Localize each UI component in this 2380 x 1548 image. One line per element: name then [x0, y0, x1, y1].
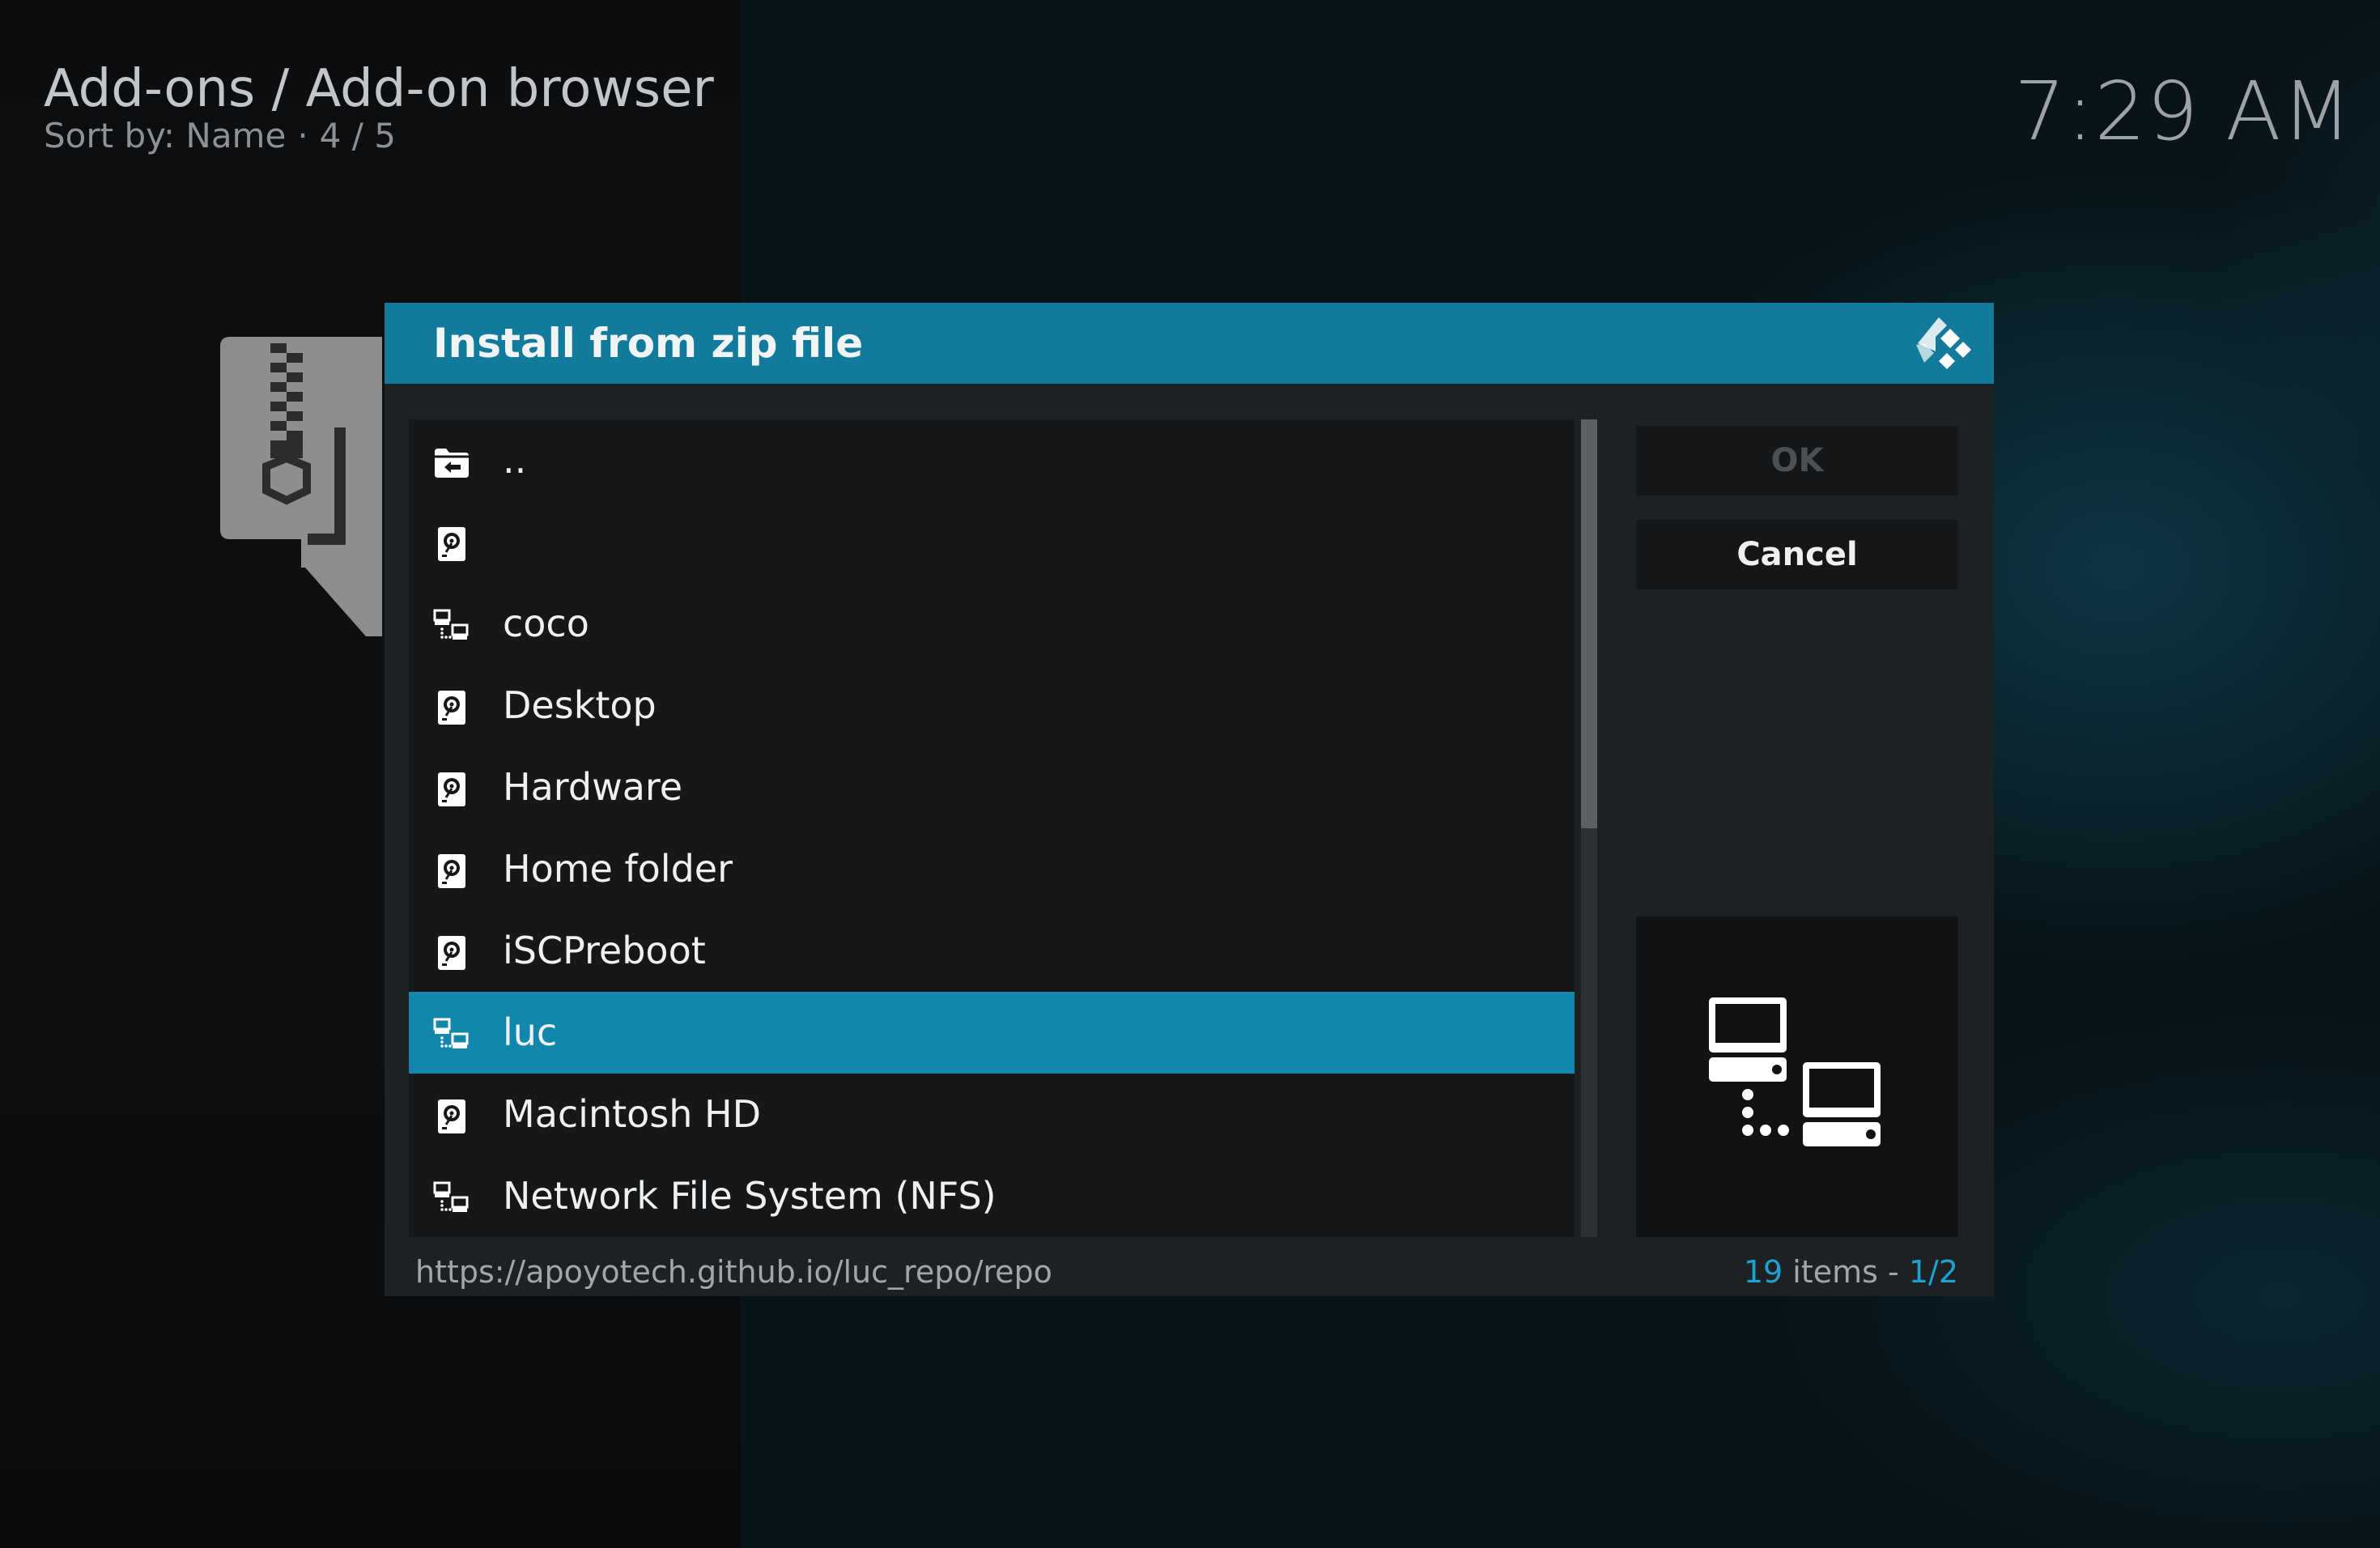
install-from-zip-dialog: Install from zip file .. coco Desktop Hardw…: [385, 303, 1994, 1296]
hard-drive-icon: [433, 1099, 470, 1133]
scrollbar[interactable]: [1581, 419, 1597, 1237]
dialog-title: Install from zip file: [433, 320, 864, 367]
network-icon: [433, 1018, 470, 1052]
list-item[interactable]: luc: [409, 992, 1575, 1074]
hard-drive-icon: [433, 691, 470, 725]
list-item-label: luc: [503, 1010, 558, 1054]
position-label: 4 / 5: [319, 116, 396, 155]
list-item[interactable]: Macintosh HD: [409, 1074, 1575, 1155]
list-item[interactable]: Network File System (NFS): [409, 1155, 1575, 1237]
preview-panel: [1636, 916, 1958, 1237]
list-item-label: coco: [503, 602, 589, 645]
list-item[interactable]: Hardware: [409, 746, 1575, 828]
list-item[interactable]: ..: [409, 419, 1575, 501]
hard-drive-icon: [433, 854, 470, 888]
zip-file-icon: [220, 337, 382, 636]
hard-drive-icon: [433, 527, 470, 561]
list-item-label: Macintosh HD: [503, 1092, 762, 1136]
hard-drive-icon: [433, 772, 470, 806]
hard-drive-icon: [433, 936, 470, 970]
cancel-button[interactable]: Cancel: [1636, 520, 1958, 589]
list-item-label: ..: [503, 438, 527, 482]
separator: ·: [297, 116, 308, 155]
list-item-label: Desktop: [503, 683, 657, 727]
items-word: items -: [1792, 1254, 1899, 1290]
ok-button[interactable]: OK: [1636, 426, 1958, 495]
current-path: https://apoyotech.github.io/luc_repo/rep…: [415, 1254, 1052, 1290]
page-title: Add-ons / Add-on browser: [44, 59, 714, 119]
list-item[interactable]: Home folder: [409, 828, 1575, 910]
network-icon: [433, 1181, 470, 1215]
scrollbar-thumb[interactable]: [1581, 419, 1597, 828]
list-item-label: Home folder: [503, 847, 733, 891]
sort-label: Sort by: Name: [44, 116, 287, 155]
list-item[interactable]: [409, 501, 1575, 583]
network-preview-icon: [1709, 997, 1881, 1146]
file-list[interactable]: .. coco Desktop Hardware Home folder iSCPrebo…: [409, 419, 1575, 1237]
page-indicator: 1/2: [1908, 1254, 1958, 1290]
kodi-logo-icon: [1916, 317, 1971, 369]
list-item[interactable]: coco: [409, 583, 1575, 665]
sort-info: Sort by: Name · 4 / 5: [44, 113, 396, 159]
item-count: 19 items - 1/2: [1744, 1252, 1958, 1292]
list-item-label: iSCPreboot: [503, 929, 706, 972]
network-icon: [433, 609, 470, 643]
list-item[interactable]: Desktop: [409, 665, 1575, 746]
item-count-number: 19: [1743, 1254, 1783, 1290]
list-item[interactable]: iSCPreboot: [409, 910, 1575, 992]
list-item-label: Hardware: [503, 765, 683, 809]
folder-back-icon: [433, 445, 470, 479]
dialog-header: Install from zip file: [385, 303, 1994, 384]
clock: 7:29 AM: [2013, 64, 2352, 159]
list-item-label: Network File System (NFS): [503, 1174, 997, 1218]
